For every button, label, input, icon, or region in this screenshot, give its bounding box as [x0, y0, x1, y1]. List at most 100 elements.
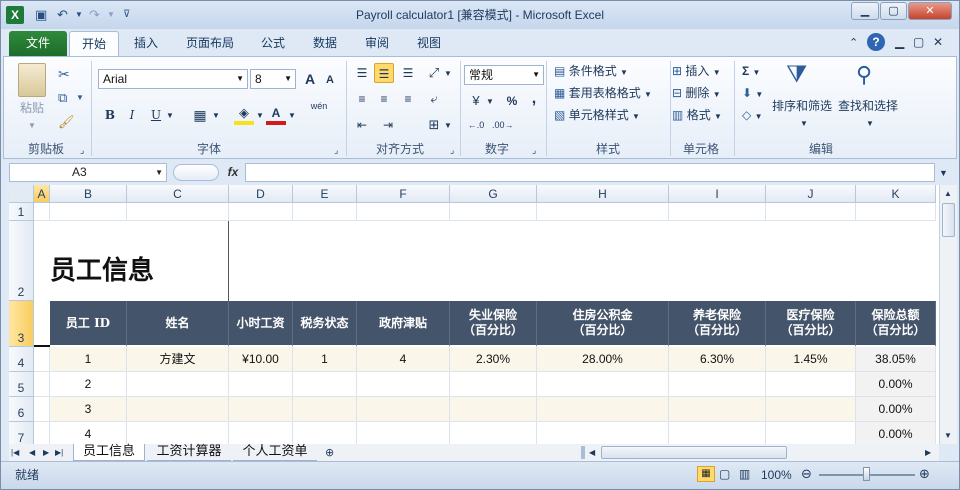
name-box[interactable]: A3 ▼: [9, 163, 167, 182]
sort-filter-dropdown-icon[interactable]: ▼: [800, 115, 808, 133]
insert-function-button[interactable]: fx: [223, 163, 243, 182]
align-middle-icon[interactable]: ☰: [374, 63, 394, 83]
active-cell-A3[interactable]: [34, 301, 50, 347]
table-cell[interactable]: [766, 372, 856, 397]
table-cell[interactable]: [229, 422, 293, 444]
cell[interactable]: [34, 422, 50, 444]
workbook-close-icon[interactable]: ✕: [933, 33, 943, 51]
row-header-4[interactable]: 4: [9, 347, 34, 372]
table-cell[interactable]: [229, 397, 293, 422]
save-icon[interactable]: ▣: [35, 6, 47, 24]
row-header-5[interactable]: 5: [9, 372, 34, 397]
table-header-cell[interactable]: 政府津贴: [357, 301, 450, 347]
tab-split-handle[interactable]: [581, 446, 585, 459]
tab-file[interactable]: 文件: [9, 31, 67, 56]
row-header-1[interactable]: 1: [9, 203, 34, 221]
worksheet-grid[interactable]: ABCDEFGHIJK 12345678 员工信息员工 ID姓名小时工资税务状态…: [9, 185, 939, 444]
tab-formulas[interactable]: 公式: [251, 31, 295, 56]
clipboard-launcher-icon[interactable]: ⌟: [80, 141, 84, 159]
alignment-launcher-icon[interactable]: ⌟: [450, 141, 454, 159]
expand-formula-bar-icon[interactable]: ▼: [939, 164, 948, 182]
underline-button[interactable]: U: [146, 105, 166, 125]
comma-style-button[interactable]: ,: [524, 89, 544, 109]
table-header-cell[interactable]: 失业保险 （百分比）: [450, 301, 537, 347]
scroll-left-icon[interactable]: ◀: [589, 444, 595, 462]
align-left-icon[interactable]: ≡: [352, 89, 372, 109]
table-header-cell[interactable]: 保险总额 （百分比）: [856, 301, 936, 347]
page-layout-view-icon[interactable]: ▢: [719, 465, 730, 483]
font-size-combo[interactable]: 8 ▼: [250, 69, 296, 89]
row-header-6[interactable]: 6: [9, 397, 34, 422]
sheet-tab-payroll-calculator[interactable]: 工资计算器: [147, 444, 231, 461]
restore-button[interactable]: ▢: [880, 2, 907, 20]
fill-color-icon[interactable]: ◈: [234, 103, 254, 125]
align-top-icon[interactable]: ☰: [352, 63, 372, 83]
paste-icon[interactable]: [18, 63, 46, 97]
first-sheet-icon[interactable]: |◀: [11, 444, 19, 462]
column-header-J[interactable]: J: [766, 185, 856, 203]
table-header-cell[interactable]: 员工 ID: [50, 301, 127, 347]
cell[interactable]: [357, 203, 450, 221]
align-right-icon[interactable]: ≡: [398, 89, 418, 109]
row-header-3[interactable]: 3: [9, 301, 34, 347]
column-header-B[interactable]: B: [50, 185, 127, 203]
page-break-view-icon[interactable]: ▥: [739, 465, 750, 483]
fill-button[interactable]: ⬇ ▼: [742, 84, 763, 104]
increase-indent-icon[interactable]: ⇥: [378, 115, 398, 135]
table-header-cell[interactable]: 养老保险 （百分比）: [669, 301, 766, 347]
table-cell[interactable]: 2.30%: [450, 347, 537, 372]
wrap-text-icon[interactable]: ⤶: [424, 89, 444, 109]
table-cell[interactable]: [537, 397, 669, 422]
last-sheet-icon[interactable]: ▶|: [55, 444, 63, 462]
tab-data[interactable]: 数据: [303, 31, 347, 56]
column-header-E[interactable]: E: [293, 185, 357, 203]
table-cell[interactable]: [766, 397, 856, 422]
delete-cells-button[interactable]: ⊟ 删除 ▼: [672, 84, 721, 104]
table-cell[interactable]: 0.00%: [856, 397, 936, 422]
cell[interactable]: [766, 203, 856, 221]
cell[interactable]: [34, 221, 50, 301]
zoom-in-icon[interactable]: ⊕: [919, 465, 930, 483]
cell[interactable]: [669, 203, 766, 221]
table-cell[interactable]: 2: [50, 372, 127, 397]
vertical-scroll-thumb[interactable]: [942, 203, 955, 237]
font-name-dropdown-icon[interactable]: ▼: [236, 70, 244, 88]
formula-input[interactable]: [245, 163, 935, 182]
table-cell[interactable]: 3: [50, 397, 127, 422]
zoom-slider-thumb[interactable]: [863, 467, 870, 481]
table-cell[interactable]: [450, 372, 537, 397]
undo-dropdown-icon[interactable]: ▼: [75, 6, 83, 24]
excel-app-icon[interactable]: X: [6, 6, 24, 24]
help-icon[interactable]: ?: [867, 33, 885, 51]
table-cell[interactable]: [669, 372, 766, 397]
paste-button-label[interactable]: 粘贴: [20, 99, 44, 117]
sheet-tab-pay-stub[interactable]: 个人工资单: [233, 444, 317, 461]
fill-color-dropdown-icon[interactable]: ▼: [256, 107, 264, 125]
table-cell[interactable]: [669, 422, 766, 444]
sheet-title[interactable]: 员工信息: [50, 251, 350, 291]
table-cell[interactable]: [357, 372, 450, 397]
cell[interactable]: [34, 372, 50, 397]
merge-center-icon[interactable]: ⊞: [424, 115, 444, 135]
table-header-cell[interactable]: 医疗保险 （百分比）: [766, 301, 856, 347]
horizontal-scroll-thumb[interactable]: [601, 446, 787, 459]
redo-icon[interactable]: ↷: [89, 6, 100, 24]
cell[interactable]: [127, 203, 229, 221]
align-bottom-icon[interactable]: ☰: [398, 63, 418, 83]
copy-dropdown-icon[interactable]: ▼: [76, 89, 84, 107]
cell-styles-button[interactable]: ▧ 单元格样式 ▼: [554, 106, 640, 126]
format-as-table-button[interactable]: ▦ 套用表格格式 ▼: [554, 84, 652, 104]
row-header-7[interactable]: 7: [9, 422, 34, 444]
table-header-cell[interactable]: 小时工资: [229, 301, 293, 347]
ribbon-minimize-icon[interactable]: ⌃: [849, 34, 858, 52]
scroll-up-icon[interactable]: ▲: [944, 185, 952, 203]
zoom-out-icon[interactable]: ⊖: [801, 465, 812, 483]
table-cell[interactable]: [229, 372, 293, 397]
zoom-level[interactable]: 100%: [761, 466, 792, 484]
table-cell[interactable]: 4: [50, 422, 127, 444]
insert-cells-button[interactable]: ⊞ 插入 ▼: [672, 62, 721, 82]
align-center-icon[interactable]: ≡: [374, 89, 394, 109]
table-cell[interactable]: 0.00%: [856, 422, 936, 444]
shrink-font-icon[interactable]: A: [320, 70, 340, 90]
font-name-combo[interactable]: Arial ▼: [98, 69, 248, 89]
